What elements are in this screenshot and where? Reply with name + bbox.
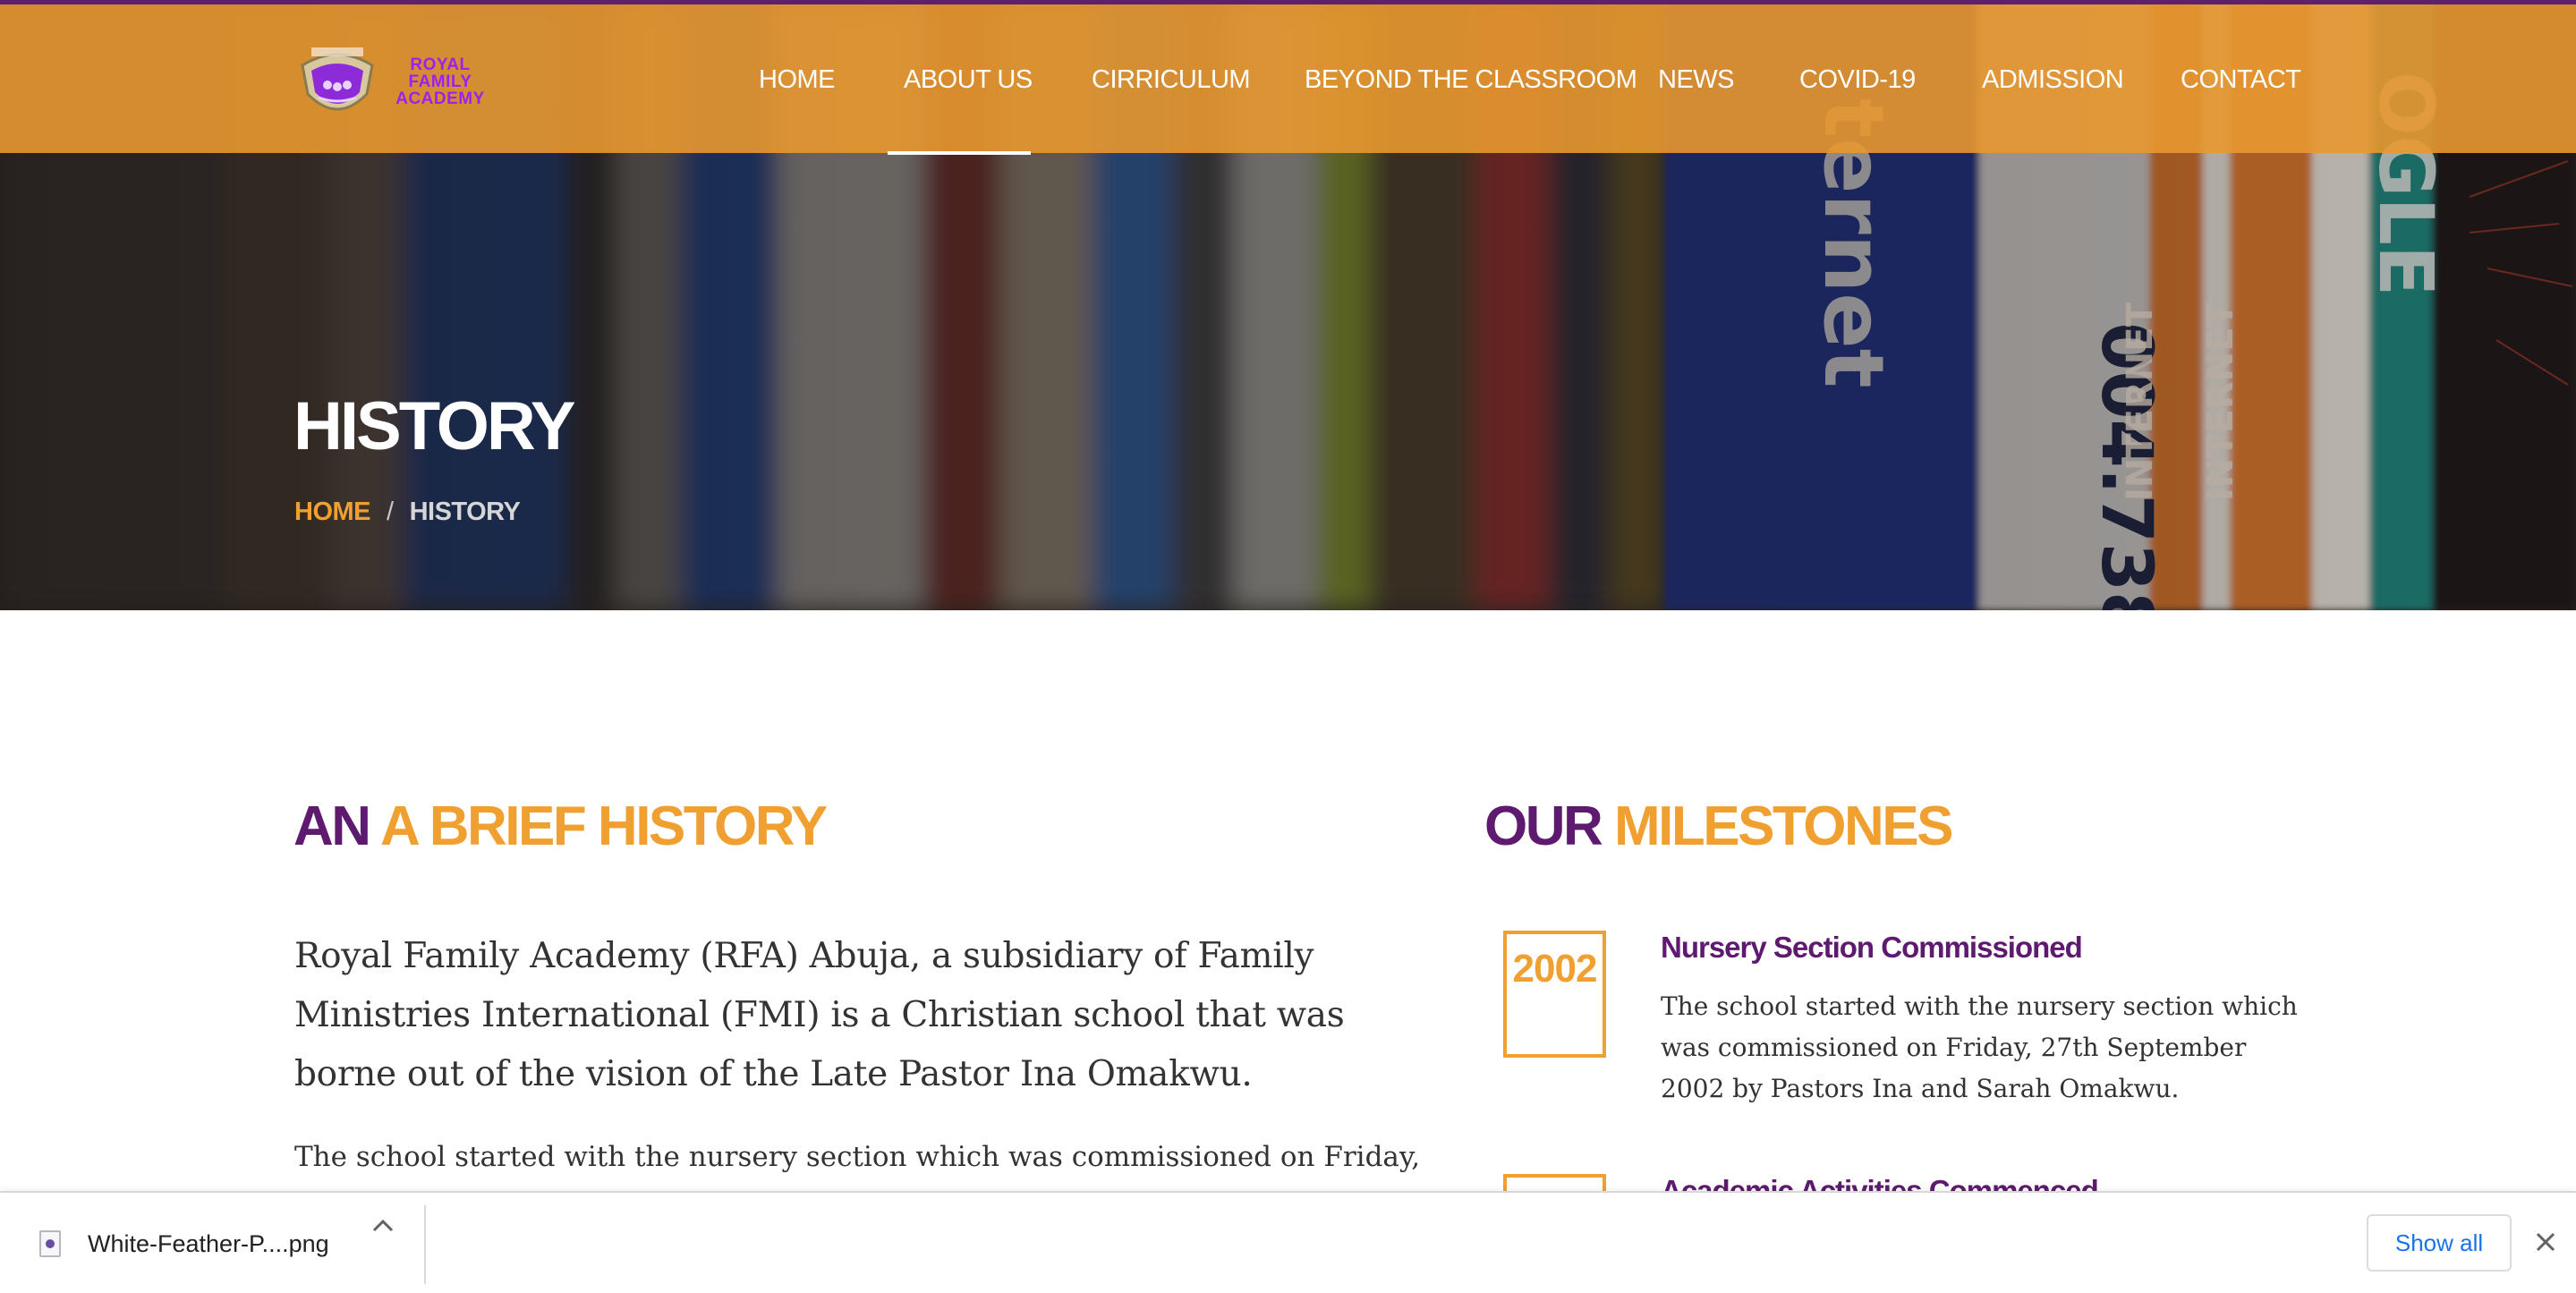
nav-item-covid-19[interactable]: COVID-19 xyxy=(1799,65,1916,95)
milestones-title-highlight: MILESTONES xyxy=(1614,795,1953,857)
nav-item-beyond-the-classroom[interactable]: BEYOND THE CLASSROOM xyxy=(1305,65,1637,95)
breadcrumb-home-link[interactable]: HOME xyxy=(294,498,371,527)
show-all-button[interactable]: Show all xyxy=(2367,1214,2512,1272)
history-title-prefix: AN xyxy=(293,795,371,857)
breadcrumb-current: HISTORY xyxy=(409,498,521,526)
browser-download-bar: White-Feather-P....png Show all xyxy=(0,1191,2576,1293)
download-divider xyxy=(424,1205,426,1284)
history-title-highlight: A BRIEF HISTORY xyxy=(380,795,828,857)
milestone-description: The school started with the nursery sect… xyxy=(1661,991,2298,1103)
history-lead-paragraph: Royal Family Academy (RFA) Abuja, a subs… xyxy=(294,936,1345,1094)
top-navbar: ROYAL FAMILY ACADEMY HOME ABOUT US CIRRI… xyxy=(0,0,2576,155)
image-file-icon xyxy=(39,1230,61,1257)
milestone-title: Nursery Section Commissioned xyxy=(1661,931,2083,964)
main-nav: HOME ABOUT US CIRRICULUM BEYOND THE CLAS… xyxy=(0,4,2576,157)
nav-item-about-us[interactable]: ABOUT US xyxy=(904,65,1033,95)
chevron-up-icon[interactable] xyxy=(367,1211,399,1243)
milestones-title-prefix: OUR xyxy=(1484,795,1603,857)
history-body-paragraph: The school started with the nursery sect… xyxy=(294,1141,1421,1173)
nav-item-home[interactable]: HOME xyxy=(759,65,836,95)
nav-item-news[interactable]: NEWS xyxy=(1658,65,1735,95)
download-file-name: White-Feather-P....png xyxy=(88,1229,329,1257)
nav-item-admission[interactable]: ADMISSION xyxy=(1982,65,2124,95)
active-nav-indicator xyxy=(888,151,1031,155)
page-title: HISTORY xyxy=(293,388,576,464)
close-icon[interactable] xyxy=(2529,1225,2563,1259)
breadcrumb: HOME / HISTORY xyxy=(294,498,521,527)
breadcrumb-separator: / xyxy=(387,498,394,526)
history-section-title: AN A BRIEF HISTORY xyxy=(293,795,828,858)
milestone-year-badge: 2002 xyxy=(1503,931,1606,1058)
nav-item-cirriculum[interactable]: CIRRICULUM xyxy=(1092,65,1251,95)
nav-item-contact[interactable]: CONTACT xyxy=(2181,65,2301,95)
download-item[interactable]: White-Feather-P....png xyxy=(39,1220,329,1268)
milestones-section-title: OUR MILESTONES xyxy=(1484,795,1953,858)
